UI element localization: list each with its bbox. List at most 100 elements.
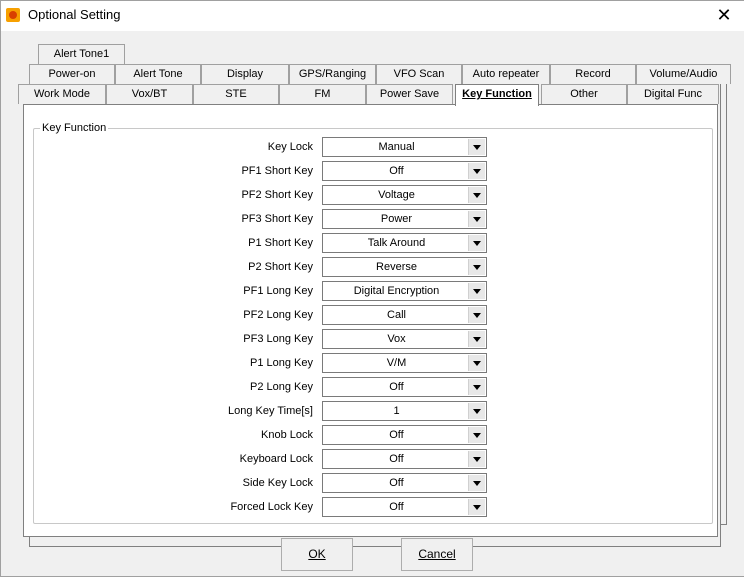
setting-label: PF1 Long Key (243, 285, 313, 297)
tab-vox-bt[interactable]: Vox/BT (106, 84, 193, 104)
select-value: Off (389, 429, 404, 441)
dropdown-arrow-icon[interactable] (468, 427, 485, 443)
setting-label: PF2 Short Key (241, 189, 313, 201)
key-lock-select[interactable]: Manual (322, 137, 487, 157)
window-title: Optional Setting (28, 7, 121, 22)
tab-auto-repeater[interactable]: Auto repeater (462, 64, 550, 84)
setting-label: P2 Long Key (250, 381, 313, 393)
select-value: Off (389, 165, 404, 177)
ok-button[interactable]: OK (281, 538, 353, 571)
tab-gps-ranging[interactable]: GPS/Ranging (289, 64, 376, 84)
long-key-time-select[interactable]: 1 (322, 401, 487, 421)
setting-label: Long Key Time[s] (228, 405, 313, 417)
button-label: Cancel (418, 547, 456, 561)
dropdown-arrow-icon[interactable] (468, 403, 485, 419)
select-value: V/M (386, 357, 407, 369)
dropdown-arrow-icon[interactable] (468, 211, 485, 227)
tab-label: Vox/BT (131, 88, 168, 100)
tab-label: Power Save (379, 88, 440, 100)
tab-label: Display (226, 68, 264, 80)
dropdown-arrow-icon[interactable] (468, 451, 485, 467)
pf2-long-key-select[interactable]: Call (322, 305, 487, 325)
dropdown-arrow-icon[interactable] (468, 499, 485, 515)
dropdown-arrow-icon[interactable] (468, 187, 485, 203)
app-icon (6, 8, 20, 22)
tab-label: Alert Tone1 (53, 48, 110, 60)
tab-label: Volume/Audio (649, 68, 718, 80)
button-label: OK (308, 547, 326, 561)
groupbox-title: Key Function (40, 122, 109, 134)
dropdown-arrow-icon[interactable] (468, 307, 485, 323)
select-value: Off (389, 381, 404, 393)
p1-long-key-select[interactable]: V/M (322, 353, 487, 373)
title-bar: Optional Setting ✕ (1, 1, 744, 31)
cancel-button[interactable]: Cancel (401, 538, 473, 571)
pf3-long-key-select[interactable]: Vox (322, 329, 487, 349)
setting-label: Forced Lock Key (230, 501, 313, 513)
forced-lock-key-select[interactable]: Off (322, 497, 487, 517)
pf2-short-key-select[interactable]: Voltage (322, 185, 487, 205)
tab-label: FM (314, 88, 331, 100)
setting-label: PF3 Long Key (243, 333, 313, 345)
select-value: Talk Around (367, 237, 426, 249)
dropdown-arrow-icon[interactable] (468, 355, 485, 371)
tab-volume-audio[interactable]: Volume/Audio (636, 64, 731, 84)
setting-label: Key Lock (267, 141, 313, 153)
tab-other[interactable]: Other (541, 84, 627, 104)
side-key-lock-select[interactable]: Off (322, 473, 487, 493)
tab-fm[interactable]: FM (279, 84, 366, 104)
keyboard-lock-select[interactable]: Off (322, 449, 487, 469)
tab-alert-tone1[interactable]: Alert Tone1 (38, 44, 125, 64)
select-value: Vox (387, 333, 406, 345)
tab-label: Power-on (48, 68, 96, 80)
dropdown-arrow-icon[interactable] (468, 475, 485, 491)
select-value: Off (389, 453, 404, 465)
p2-short-key-select[interactable]: Reverse (322, 257, 487, 277)
tab-label: Record (575, 68, 611, 80)
close-button[interactable]: ✕ (704, 1, 744, 31)
select-value: Reverse (376, 261, 417, 273)
setting-label: Keyboard Lock (239, 453, 313, 465)
setting-label: P2 Short Key (248, 261, 313, 273)
select-value: Voltage (378, 189, 415, 201)
tab-label: Alert Tone (133, 68, 183, 80)
dropdown-arrow-icon[interactable] (468, 235, 485, 251)
knob-lock-select[interactable]: Off (322, 425, 487, 445)
setting-label: P1 Short Key (248, 237, 313, 249)
dropdown-arrow-icon[interactable] (468, 331, 485, 347)
setting-label: PF1 Short Key (241, 165, 313, 177)
tab-key-function[interactable]: Key Function (455, 84, 539, 106)
tab-label: Work Mode (33, 88, 91, 100)
p2-long-key-select[interactable]: Off (322, 377, 487, 397)
dropdown-arrow-icon[interactable] (468, 379, 485, 395)
select-value: 1 (393, 405, 400, 417)
pf1-short-key-select[interactable]: Off (322, 161, 487, 181)
pf1-long-key-select[interactable]: Digital Encryption (322, 281, 487, 301)
tab-ste[interactable]: STE (193, 84, 279, 104)
select-value: Digital Encryption (353, 285, 440, 297)
tab-label: Key Function (462, 88, 532, 100)
setting-label: Side Key Lock (242, 477, 313, 489)
tab-label: STE (225, 88, 247, 100)
tab-power-on[interactable]: Power-on (29, 64, 115, 84)
tab-vfo-scan[interactable]: VFO Scan (376, 64, 462, 84)
setting-label: P1 Long Key (250, 357, 313, 369)
select-value: Power (380, 213, 413, 225)
tab-label: Other (570, 88, 598, 100)
p1-short-key-select[interactable]: Talk Around (322, 233, 487, 253)
tab-work-mode[interactable]: Work Mode (18, 84, 106, 104)
tab-record[interactable]: Record (550, 64, 636, 84)
pf3-short-key-select[interactable]: Power (322, 209, 487, 229)
tab-alert-tone[interactable]: Alert Tone (115, 64, 201, 84)
dropdown-arrow-icon[interactable] (468, 259, 485, 275)
select-value: Call (387, 309, 406, 321)
select-value: Off (389, 477, 404, 489)
tab-power-save[interactable]: Power Save (366, 84, 453, 104)
tab-label: GPS/Ranging (298, 68, 367, 80)
dropdown-arrow-icon[interactable] (468, 139, 485, 155)
tab-digital-func[interactable]: Digital Func (627, 84, 719, 104)
dropdown-arrow-icon[interactable] (468, 283, 485, 299)
setting-label: Knob Lock (261, 429, 313, 441)
tab-display[interactable]: Display (201, 64, 289, 84)
dropdown-arrow-icon[interactable] (468, 163, 485, 179)
